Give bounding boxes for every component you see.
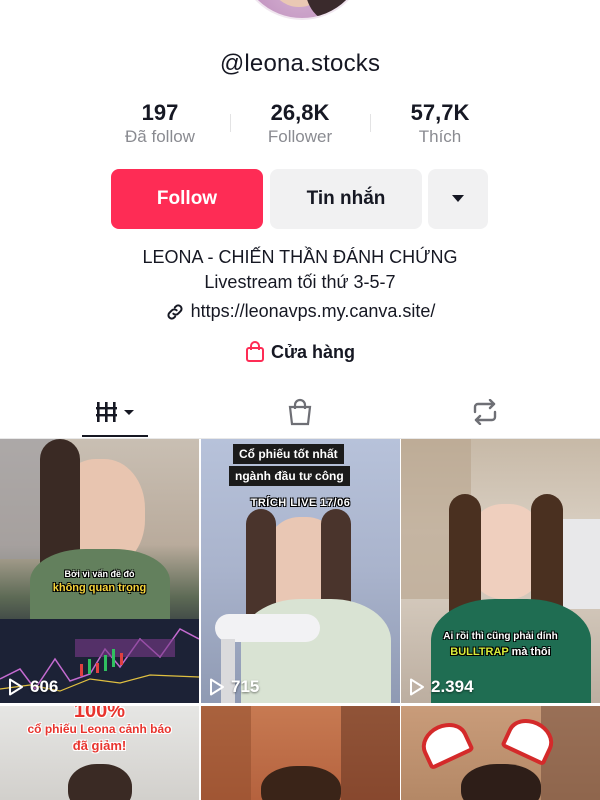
shop-link[interactable]: Cửa hàng: [0, 341, 600, 363]
caret-down-icon: [452, 195, 464, 202]
bio-line-1: LEONA - CHIẾN THẦN ĐÁNH CHỨNG: [142, 247, 458, 267]
video-caption: 100%: [73, 706, 126, 722]
video-thumbnail[interactable]: [201, 706, 400, 800]
bio-link-text: https://leonavps.my.canva.site/: [190, 301, 436, 321]
profile-page: @leona.stocks 197 Đã follow 26,8K Follow…: [0, 0, 600, 800]
video-caption: TRÍCH LIVE 17/06: [250, 497, 351, 509]
video-caption: mà thôi: [511, 646, 551, 658]
profile-tabs: [0, 388, 600, 439]
video-thumbnail[interactable]: 100% cổ phiếu Leona cảnh báo đã giảm!: [0, 706, 199, 800]
shop-bag-icon: [288, 398, 312, 426]
video-caption: ngành đầu tư công: [229, 466, 350, 486]
stat-following-value: 197: [141, 100, 179, 125]
view-count-value: 715: [231, 677, 260, 696]
video-thumbnail[interactable]: Cổ phiếu tốt nhất ngành đầu tư công TRÍC…: [201, 439, 400, 703]
follow-button[interactable]: Follow: [111, 169, 263, 229]
video-caption: Cổ phiếu tốt nhất: [233, 444, 344, 464]
play-icon: [9, 678, 23, 696]
bio-line-2: Livestream tối thứ 3-5-7: [204, 272, 396, 292]
repost-icon: [473, 399, 497, 425]
message-button[interactable]: Tin nhắn: [270, 169, 422, 229]
video-caption-line: BULLTRAP mà thôi: [401, 646, 600, 658]
video-caption: không quan trọng: [52, 582, 147, 594]
video-thumbnail[interactable]: [401, 706, 600, 800]
stat-following-label: Đã follow: [125, 127, 195, 146]
video-caption: BULLTRAP: [450, 646, 509, 658]
video-caption: đã giảm!: [72, 738, 127, 753]
video-caption: cổ phiếu Leona cảnh báo: [27, 722, 172, 736]
view-count-value: 606: [30, 677, 59, 696]
stat-likes[interactable]: 57,7K Thích: [370, 100, 510, 148]
stat-followers-label: Follower: [267, 127, 333, 146]
play-icon: [210, 678, 224, 696]
link-icon: [167, 303, 183, 320]
shop-label: Cửa hàng: [270, 341, 356, 362]
view-count: 606: [8, 677, 58, 697]
stat-followers[interactable]: 26,8K Follower: [230, 100, 370, 148]
videos-grid-icon: [96, 402, 134, 422]
video-caption: Ai rồi thì cũng phải dính: [443, 631, 558, 642]
more-options-button[interactable]: [428, 169, 488, 229]
bio-link[interactable]: https://leonavps.my.canva.site/: [0, 301, 600, 322]
stat-likes-label: Thích: [418, 127, 462, 146]
view-count: 2.394: [409, 677, 474, 697]
video-thumbnail[interactable]: Ai rồi thì cũng phải dính BULLTRAP mà th…: [401, 439, 600, 703]
play-icon: [410, 678, 424, 696]
shopping-bag-icon: [245, 341, 264, 362]
tab-shop[interactable]: [200, 388, 400, 436]
video-caption: Bởi vì vấn đề đó: [64, 569, 135, 579]
active-tab-indicator: [82, 435, 148, 437]
stat-likes-value: 57,7K: [410, 100, 470, 125]
tab-reposts[interactable]: [385, 388, 585, 436]
stat-followers-value: 26,8K: [270, 100, 330, 125]
username: @leona.stocks: [219, 50, 381, 77]
stat-following[interactable]: 197 Đã follow: [90, 100, 230, 148]
avatar[interactable]: [237, 0, 367, 20]
view-count: 715: [209, 677, 259, 697]
video-thumbnail[interactable]: Bởi vì vấn đề đó không quan trọng 606: [0, 439, 199, 703]
stats-row: 197 Đã follow 26,8K Follower 57,7K Thích: [0, 100, 600, 150]
view-count-value: 2.394: [431, 677, 474, 696]
tab-videos[interactable]: [17, 388, 217, 436]
